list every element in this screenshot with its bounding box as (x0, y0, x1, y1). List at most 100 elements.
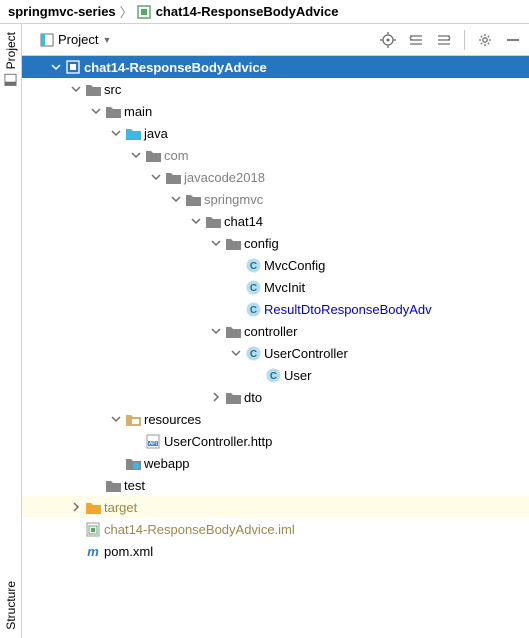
folder-icon (84, 83, 102, 96)
hide-icon[interactable] (505, 32, 521, 48)
structure-tool-tab[interactable]: Structure (2, 573, 20, 638)
tree-label: dto (242, 390, 262, 405)
tree-node-class[interactable]: C MvcInit (22, 276, 529, 298)
tree-node-class[interactable]: C ResultDtoResponseBodyAdv (22, 298, 529, 320)
project-tool-tab[interactable]: Project (2, 24, 20, 94)
chevron-down-icon[interactable] (108, 414, 124, 424)
chevron-right-icon[interactable] (68, 502, 84, 512)
tree-label: MvcInit (262, 280, 305, 295)
tree-label: chat14 (222, 214, 263, 229)
tree-node-class[interactable]: C User (22, 364, 529, 386)
svg-text:C: C (249, 349, 256, 360)
chevron-down-icon[interactable] (128, 150, 144, 160)
tree-label: ResultDtoResponseBodyAdv (262, 302, 432, 317)
package-icon (204, 215, 222, 228)
tree-label: src (102, 82, 121, 97)
tree-label: java (142, 126, 168, 141)
tree-node-package[interactable]: chat14 (22, 210, 529, 232)
class-icon: C (244, 280, 262, 295)
gear-icon[interactable] (477, 32, 493, 48)
tree-node-package[interactable]: dto (22, 386, 529, 408)
left-tool-tabs: Project Structure (0, 24, 22, 638)
package-icon (164, 171, 182, 184)
chevron-down-icon[interactable] (228, 348, 244, 358)
svg-text:API: API (149, 441, 157, 447)
tree-node-test[interactable]: test (22, 474, 529, 496)
tree-label: target (102, 500, 137, 515)
chevron-right-icon[interactable] (208, 392, 224, 402)
chevron-down-icon[interactable] (108, 128, 124, 138)
tree-node-java[interactable]: java (22, 122, 529, 144)
source-folder-icon (124, 127, 142, 140)
tree-node-class[interactable]: C UserController (22, 342, 529, 364)
chevron-down-icon[interactable] (208, 326, 224, 336)
tree-node-package[interactable]: controller (22, 320, 529, 342)
folder-icon (104, 479, 122, 492)
package-icon (224, 237, 242, 250)
tree-label: webapp (142, 456, 190, 471)
tree-label: MvcConfig (262, 258, 325, 273)
http-file-icon: API (144, 434, 162, 449)
tree-node-module-root[interactable]: chat14-ResponseBodyAdvice (22, 56, 529, 78)
class-icon: C (264, 368, 282, 383)
chevron-down-icon[interactable] (88, 106, 104, 116)
project-tool-header: Project ▼ (22, 24, 529, 56)
package-icon (224, 391, 242, 404)
tree-node-target[interactable]: target (22, 496, 529, 518)
svg-text:C: C (269, 371, 276, 382)
tree-node-src[interactable]: src (22, 78, 529, 100)
svg-text:m: m (87, 544, 99, 559)
tree-label: springmvc (202, 192, 263, 207)
chevron-down-icon[interactable] (168, 194, 184, 204)
tree-label: controller (242, 324, 297, 339)
breadcrumb-module[interactable]: chat14-ResponseBodyAdvice (156, 4, 339, 19)
tree-node-iml[interactable]: chat14-ResponseBodyAdvice.iml (22, 518, 529, 540)
folder-icon (104, 105, 122, 118)
tree-node-package[interactable]: com (22, 144, 529, 166)
project-tree[interactable]: chat14-ResponseBodyAdvice src main java … (22, 56, 529, 638)
tree-node-package[interactable]: springmvc (22, 188, 529, 210)
chevron-down-icon[interactable]: ▼ (102, 35, 111, 45)
chevron-down-icon[interactable] (188, 216, 204, 226)
excluded-folder-icon (84, 501, 102, 514)
svg-text:C: C (249, 261, 256, 272)
tree-label: UserController (262, 346, 348, 361)
breadcrumb: springmvc-series 〉 chat14-ResponseBodyAd… (0, 0, 529, 24)
module-icon (64, 60, 82, 74)
package-icon (224, 325, 242, 338)
tree-node-main[interactable]: main (22, 100, 529, 122)
tree-label: UserController.http (162, 434, 272, 449)
separator (464, 30, 465, 50)
expand-all-icon[interactable] (408, 32, 424, 48)
tree-node-webapp[interactable]: webapp (22, 452, 529, 474)
project-view-icon (40, 33, 54, 47)
package-icon (184, 193, 202, 206)
project-view-title[interactable]: Project (58, 32, 98, 47)
package-icon (144, 149, 162, 162)
tree-label: pom.xml (102, 544, 153, 559)
module-icon (137, 5, 151, 19)
tree-node-file[interactable]: API UserController.http (22, 430, 529, 452)
tree-node-package[interactable]: javacode2018 (22, 166, 529, 188)
tree-node-resources[interactable]: resources (22, 408, 529, 430)
chevron-down-icon[interactable] (148, 172, 164, 182)
collapse-all-icon[interactable] (436, 32, 452, 48)
locate-icon[interactable] (380, 32, 396, 48)
tree-label: resources (142, 412, 201, 427)
tree-label: chat14-ResponseBodyAdvice (82, 60, 267, 75)
breadcrumb-root[interactable]: springmvc-series (8, 4, 116, 19)
tree-node-package[interactable]: config (22, 232, 529, 254)
tree-node-pom[interactable]: m pom.xml (22, 540, 529, 562)
resources-folder-icon (124, 413, 142, 426)
svg-text:C: C (249, 283, 256, 294)
class-icon: C (244, 346, 262, 361)
chevron-down-icon[interactable] (48, 62, 64, 72)
tree-node-class[interactable]: C MvcConfig (22, 254, 529, 276)
web-folder-icon (124, 457, 142, 470)
iml-file-icon (84, 522, 102, 537)
tree-label: User (282, 368, 311, 383)
svg-text:C: C (249, 305, 256, 316)
chevron-down-icon[interactable] (68, 84, 84, 94)
chevron-down-icon[interactable] (208, 238, 224, 248)
maven-file-icon: m (84, 544, 102, 559)
